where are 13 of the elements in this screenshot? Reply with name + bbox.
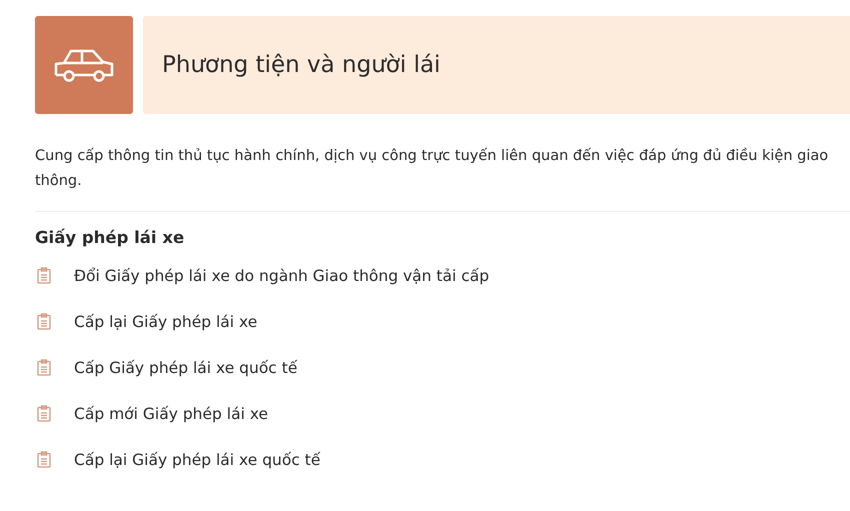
document-icon: [37, 267, 51, 284]
description: Cung cấp thông tin thủ tục hành chính, dịch vụ công trực tuyến liên quan đến việc đáp ứng đủ điều kiện giao thông.: [35, 146, 830, 191]
procedure-link[interactable]: Cấp lại Giấy phép lái xe quốc tế: [74, 450, 320, 468]
document-icon: [37, 359, 51, 376]
section-title: Giấy phép lái xe: [35, 228, 186, 247]
page-title: Phương tiện và người lái: [162, 52, 440, 78]
procedure-link[interactable]: Cấp mới Giấy phép lái xe: [74, 404, 268, 422]
document-icon: [37, 405, 51, 422]
procedure-link[interactable]: Cấp Giấy phép lái xe quốc tế: [74, 358, 298, 376]
document-icon: [37, 313, 51, 330]
document-icon: [37, 451, 51, 468]
procedure-link[interactable]: Cấp lại Giấy phép lái xe: [74, 312, 258, 330]
procedure-link[interactable]: Đổi Giấy phép lái xe do ngành Giao thông vận tải cấp: [74, 266, 490, 284]
